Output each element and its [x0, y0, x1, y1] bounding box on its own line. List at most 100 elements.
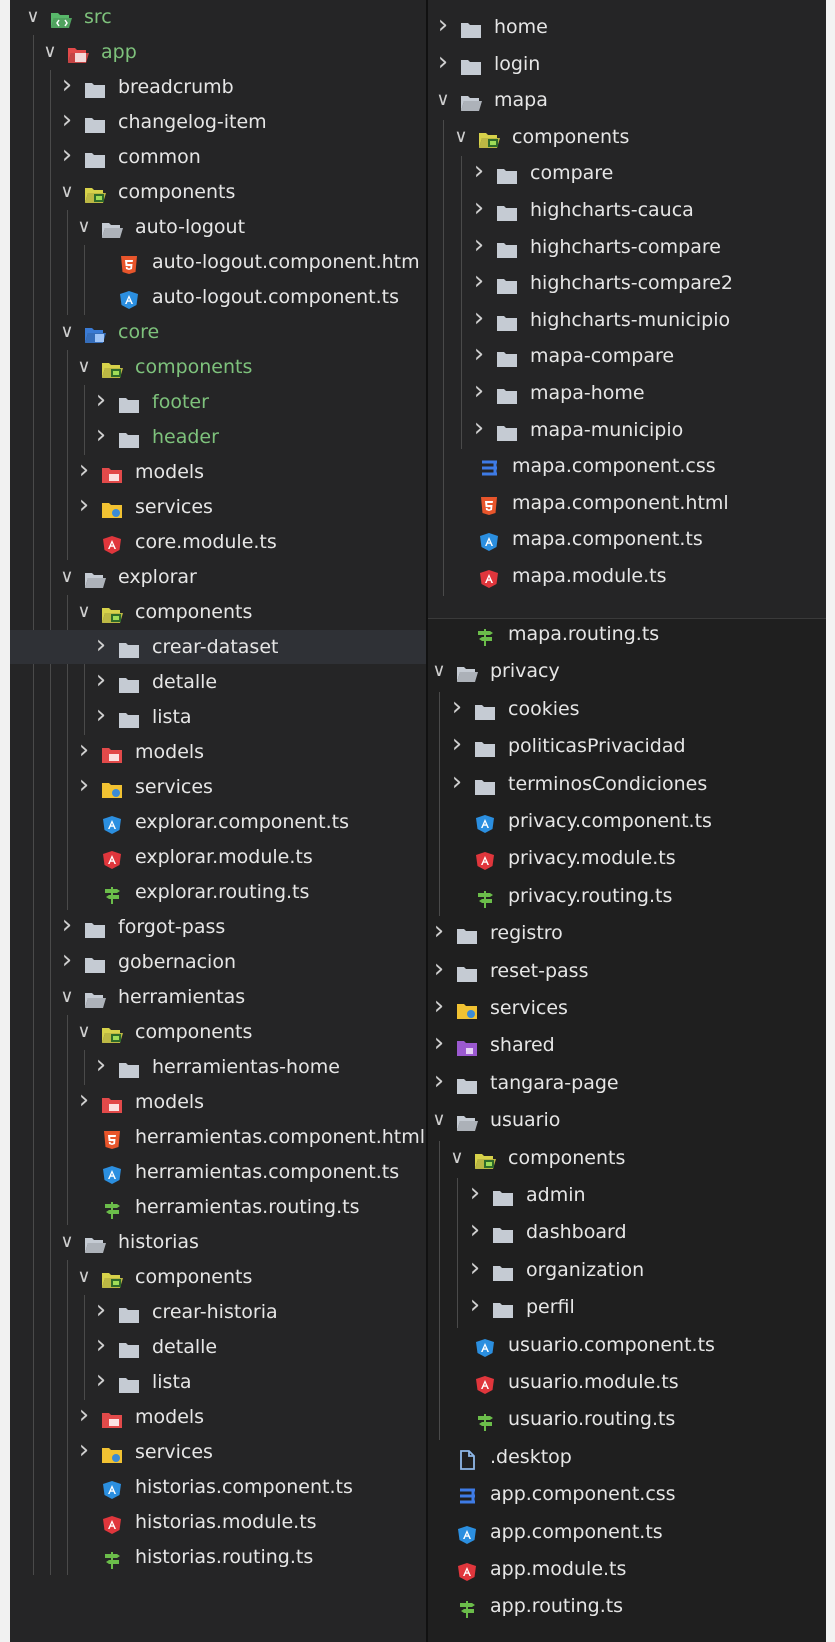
tree-folder-core[interactable]: ∨ core: [10, 315, 428, 349]
tree-file-privacy-routing-ts[interactable]: privacy.routing.ts: [428, 879, 835, 913]
chevron-right-icon[interactable]: ›: [92, 665, 110, 695]
tree-folder-admin[interactable]: › admin: [428, 1178, 835, 1212]
tree-folder-explorar[interactable]: ∨ explorar: [10, 560, 428, 594]
tree-file-herramientas-routing-ts[interactable]: herramientas.routing.ts: [10, 1190, 428, 1224]
tree-file-privacy-module-ts[interactable]: privacy.module.ts: [428, 841, 835, 875]
tree-file-mapa-component-ts[interactable]: mapa.component.ts: [428, 522, 835, 556]
tree-file-mapa-routing-ts[interactable]: mapa.routing.ts: [428, 619, 835, 651]
chevron-right-icon[interactable]: ›: [470, 156, 488, 186]
tree-file-app-component-css[interactable]: app.component.css: [428, 1477, 835, 1511]
tree-folder-components[interactable]: ∨ components: [10, 175, 428, 209]
tree-folder-breadcrumb[interactable]: › breadcrumb: [10, 70, 428, 104]
tree-file-usuario-component-ts[interactable]: usuario.component.ts: [428, 1328, 835, 1362]
chevron-right-icon[interactable]: ›: [434, 47, 452, 77]
tree-file-usuario-routing-ts[interactable]: usuario.routing.ts: [428, 1402, 835, 1436]
chevron-right-icon[interactable]: ›: [58, 70, 76, 100]
tree-folder-forgot-pass[interactable]: › forgot-pass: [10, 910, 428, 944]
tree-file-mapa-component-html[interactable]: mapa.component.html: [428, 486, 835, 520]
tree-folder-app[interactable]: ∨ app: [10, 35, 428, 69]
tree-folder-lista[interactable]: › lista: [10, 700, 428, 734]
tree-folder-detalle[interactable]: › detalle: [10, 665, 428, 699]
tree-folder-reset-pass[interactable]: › reset-pass: [428, 954, 835, 988]
chevron-right-icon[interactable]: ›: [448, 692, 466, 722]
tree-file-app-module-ts[interactable]: app.module.ts: [428, 1552, 835, 1586]
tree-folder-changelog-item[interactable]: › changelog-item: [10, 105, 428, 139]
tree-folder-models[interactable]: › models: [10, 1085, 428, 1119]
tree-folder-lista[interactable]: › lista: [10, 1365, 428, 1399]
tree-folder-components[interactable]: ∨ components: [10, 1260, 428, 1294]
tree-file-mapa-component-css[interactable]: mapa.component.css: [428, 449, 835, 483]
tree-folder-herramientas[interactable]: ∨ herramientas: [10, 980, 428, 1014]
chevron-right-icon[interactable]: ›: [466, 1178, 484, 1208]
tree-folder-models[interactable]: › models: [10, 735, 428, 769]
tree-folder-components[interactable]: ∨ components: [428, 120, 835, 154]
tree-file-historias-module-ts[interactable]: historias.module.ts: [10, 1505, 428, 1539]
tree-folder-gobernacion[interactable]: › gobernacion: [10, 945, 428, 979]
chevron-right-icon[interactable]: ›: [92, 700, 110, 730]
chevron-down-icon[interactable]: ∨: [75, 1260, 93, 1294]
chevron-right-icon[interactable]: ›: [92, 1050, 110, 1080]
chevron-right-icon[interactable]: ›: [75, 1435, 93, 1465]
chevron-right-icon[interactable]: ›: [430, 916, 448, 946]
chevron-down-icon[interactable]: ∨: [75, 350, 93, 384]
chevron-right-icon[interactable]: ›: [434, 10, 452, 40]
tree-file-desktop[interactable]: .desktop: [428, 1440, 835, 1474]
tree-file-auto-logout-component-ts[interactable]: auto-logout.component.ts: [10, 280, 428, 314]
tree-file-usuario-module-ts[interactable]: usuario.module.ts: [428, 1365, 835, 1399]
tree-folder-politicasprivacidad[interactable]: › politicasPrivacidad: [428, 729, 835, 763]
chevron-right-icon[interactable]: ›: [75, 770, 93, 800]
chevron-right-icon[interactable]: ›: [92, 630, 110, 660]
chevron-right-icon[interactable]: ›: [75, 490, 93, 520]
chevron-right-icon[interactable]: ›: [75, 455, 93, 485]
tree-folder-footer[interactable]: › footer: [10, 385, 428, 419]
chevron-right-icon[interactable]: ›: [92, 420, 110, 450]
chevron-down-icon[interactable]: ∨: [58, 175, 76, 209]
chevron-right-icon[interactable]: ›: [92, 1295, 110, 1325]
tree-file-mapa-module-ts[interactable]: mapa.module.ts: [428, 559, 835, 593]
tree-file-core-module-ts[interactable]: core.module.ts: [10, 525, 428, 559]
chevron-down-icon[interactable]: ∨: [75, 1015, 93, 1049]
tree-folder-detalle[interactable]: › detalle: [10, 1330, 428, 1364]
tree-file-app-component-ts[interactable]: app.component.ts: [428, 1515, 835, 1549]
tree-folder-services[interactable]: › services: [10, 770, 428, 804]
chevron-down-icon[interactable]: ∨: [430, 1103, 448, 1137]
tree-file-explorar-module-ts[interactable]: explorar.module.ts: [10, 840, 428, 874]
chevron-down-icon[interactable]: ∨: [41, 35, 59, 69]
tree-folder-models[interactable]: › models: [10, 1400, 428, 1434]
chevron-right-icon[interactable]: ›: [448, 729, 466, 759]
tree-folder-services[interactable]: › services: [10, 490, 428, 524]
tree-folder-auto-logout[interactable]: ∨ auto-logout: [10, 210, 428, 244]
chevron-right-icon[interactable]: ›: [75, 1400, 93, 1430]
tree-folder-historias[interactable]: ∨ historias: [10, 1225, 428, 1259]
chevron-right-icon[interactable]: ›: [92, 385, 110, 415]
tree-file-app-routing-ts[interactable]: app.routing.ts: [428, 1589, 835, 1623]
tree-folder-services[interactable]: › services: [10, 1435, 428, 1469]
chevron-down-icon[interactable]: ∨: [75, 210, 93, 244]
tree-folder-tangara-page[interactable]: › tangara-page: [428, 1066, 835, 1100]
tree-folder-components[interactable]: ∨ components: [428, 1141, 835, 1175]
tree-file-historias-component-ts[interactable]: historias.component.ts: [10, 1470, 428, 1504]
chevron-right-icon[interactable]: ›: [466, 1215, 484, 1245]
chevron-down-icon[interactable]: ∨: [24, 0, 42, 34]
chevron-right-icon[interactable]: ›: [470, 266, 488, 296]
tree-folder-mapa[interactable]: ∨ mapa: [428, 83, 835, 117]
tree-folder-home[interactable]: › home: [428, 10, 835, 44]
tree-folder-highcharts-compare2[interactable]: › highcharts-compare2: [428, 266, 835, 300]
chevron-right-icon[interactable]: ›: [75, 1085, 93, 1115]
tree-file-explorar-component-ts[interactable]: explorar.component.ts: [10, 805, 428, 839]
chevron-right-icon[interactable]: ›: [58, 140, 76, 170]
tree-folder-compare[interactable]: › compare: [428, 156, 835, 190]
tree-folder-terminoscondiciones[interactable]: › terminosCondiciones: [428, 767, 835, 801]
tree-folder-services[interactable]: › services: [428, 991, 835, 1025]
tree-folder-src[interactable]: ∨ src: [10, 0, 428, 34]
tree-folder-perfil[interactable]: › perfil: [428, 1290, 835, 1324]
chevron-right-icon[interactable]: ›: [430, 1028, 448, 1058]
chevron-down-icon[interactable]: ∨: [452, 120, 470, 154]
chevron-right-icon[interactable]: ›: [466, 1253, 484, 1283]
tree-folder-privacy[interactable]: ∨ privacy: [428, 654, 835, 688]
tree-folder-components[interactable]: ∨ components: [10, 595, 428, 629]
chevron-right-icon[interactable]: ›: [470, 230, 488, 260]
tree-file-explorar-routing-ts[interactable]: explorar.routing.ts: [10, 875, 428, 909]
tree-folder-highcharts-cauca[interactable]: › highcharts-cauca: [428, 193, 835, 227]
chevron-right-icon[interactable]: ›: [58, 105, 76, 135]
